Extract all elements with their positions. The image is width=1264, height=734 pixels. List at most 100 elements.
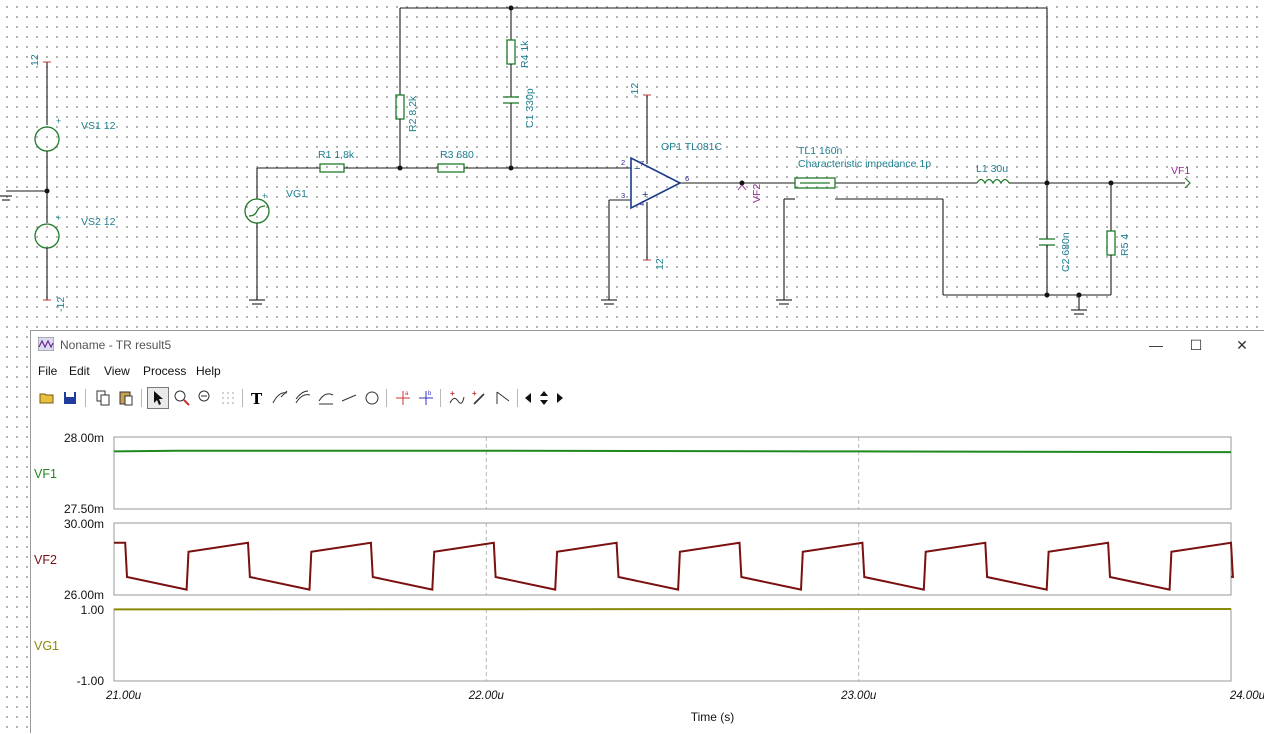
x-tick-label: 23.00u [840,690,877,702]
tr-result-window[interactable]: Noname - TR result5 — ☐ ✕ File Edit View… [30,330,1264,733]
x-axis-label: Time (s) [691,710,735,724]
r3-symbol[interactable] [438,164,464,172]
power-sources: + + 12 VS1 12 VS2 12 -12 [0,54,116,312]
vs1-symbol[interactable] [35,127,59,151]
save-icon[interactable] [59,387,81,409]
copy-icon[interactable] [92,387,114,409]
curve-tool-3-icon[interactable] [315,387,337,409]
menu-help[interactable]: Help [196,364,221,378]
line-icon[interactable] [338,387,360,409]
circle-icon[interactable] [361,387,383,409]
y-tick-label: 30.00m [64,517,104,531]
y-tick-label: 28.00m [64,431,104,445]
x-tick-label: 22.00u [468,690,505,702]
close-button[interactable]: ✕ [1219,333,1264,357]
op-v12-label: 12 [654,258,666,270]
vs1-label: VS1 12 [81,120,116,132]
svg-text:+: + [56,213,61,223]
zoom-in-icon[interactable] [171,387,193,409]
curve-tool-icon[interactable] [269,387,291,409]
paste-icon[interactable] [115,387,137,409]
menu-process[interactable]: Process [143,364,186,378]
y-tick-label: 26.00m [64,588,104,602]
r2-label: R2 8,2k [407,95,419,132]
r4-label: R4 1k [519,40,531,68]
svg-text:b: b [428,391,432,397]
r1-label: R1 1,8k [318,149,355,161]
vf1-probe-label: VF1 [1171,165,1190,177]
vs2-symbol[interactable] [35,224,59,248]
probe-icon[interactable]: + [469,387,491,409]
y-tick-label: 1.00 [81,603,105,617]
r5-symbol[interactable] [1107,231,1115,255]
c2-label: C2 680n [1060,232,1072,272]
r3-label: R3 680 [440,149,474,161]
pointer-icon[interactable] [147,387,169,409]
schematic-canvas[interactable]: + + 12 VS1 12 VS2 12 -12 + VG1 [0,0,1264,330]
cursor-b-icon[interactable]: b [415,387,437,409]
curve-tool-2-icon[interactable] [292,387,314,409]
svg-text:+: + [472,389,477,398]
vf2-probe-label: VF2 [751,184,763,203]
tl1-label: TL1 160n [798,145,843,157]
l1-inductor[interactable] [977,180,1009,184]
tl1-transmission-line[interactable] [795,178,835,188]
signal-wires [257,6,1047,305]
c1-symbol[interactable] [503,95,519,105]
r5-label: R5 4 [1119,234,1131,256]
l1-label: L1 30u [976,163,1008,175]
cursor-a-icon[interactable]: a [392,387,414,409]
r1-symbol[interactable] [320,164,344,172]
window-title: Noname - TR result5 [60,338,171,352]
c2-symbol[interactable] [1039,237,1055,247]
series-line-vf1[interactable] [114,451,1231,452]
waveform-plot[interactable]: 28.00m27.50mVF130.00m26.00mVF21.00-1.00V… [31,417,1264,734]
series-name-label: VF1 [34,467,57,481]
menu-edit[interactable]: Edit [69,364,90,378]
tl1-impedance-label: Characteristic impedance 1p [798,158,931,170]
grid-icon[interactable] [217,387,239,409]
vg1-source[interactable]: + VG1 [245,168,307,304]
up-down-arrow-icon[interactable] [536,387,552,409]
open-icon[interactable] [36,387,58,409]
series-line-vf2[interactable] [114,543,1233,590]
svg-text:6: 6 [685,174,689,183]
title-bar[interactable]: Noname - TR result5 — ☐ ✕ [31,331,1264,359]
app-icon [38,337,54,351]
svg-text:+: + [450,389,455,398]
left-arrow-icon[interactable] [521,387,535,409]
maximize-button[interactable]: ☐ [1173,333,1219,357]
r4-symbol[interactable] [507,40,515,64]
vs2-label: VS2 12 [81,216,116,228]
svg-text:7: 7 [640,159,644,168]
c1-label: C1 330p [524,88,536,128]
signal-icon[interactable]: + [446,387,468,409]
text-icon[interactable]: T [246,387,268,409]
v12-top-label: 12 [29,54,41,66]
zoom-100-icon[interactable] [194,387,216,409]
ramp-icon[interactable] [492,387,514,409]
plot-panel-frame [114,609,1231,681]
r2-symbol[interactable] [396,95,404,119]
svg-text:a: a [405,391,409,397]
svg-text:3: 3 [621,191,625,200]
op1-label: OP1 TL081C [661,141,723,153]
x-tick-label: 24.00u [1229,690,1264,702]
series-name-label: VG1 [34,639,59,653]
vm12-bottom-label: -12 [55,297,67,312]
toolbar: T a b + + [34,387,594,413]
y-tick-label: 27.50m [64,502,104,516]
op1-opamp[interactable]: − + 2 3 6 7 4 -12 12 OP1 TL081C [621,83,723,270]
svg-text:T: T [251,390,263,407]
svg-text:4: 4 [640,199,644,208]
svg-text:2: 2 [621,158,625,167]
menu-view[interactable]: View [104,364,130,378]
x-tick-label: 21.00u [105,690,142,702]
svg-text:+: + [262,191,267,201]
menu-bar: File Edit View Process Help [31,361,1264,381]
svg-text:+: + [56,116,61,126]
menu-file[interactable]: File [38,364,57,378]
vg1-label: VG1 [286,188,307,200]
series-name-label: VF2 [34,553,57,567]
right-arrow-icon[interactable] [553,387,567,409]
